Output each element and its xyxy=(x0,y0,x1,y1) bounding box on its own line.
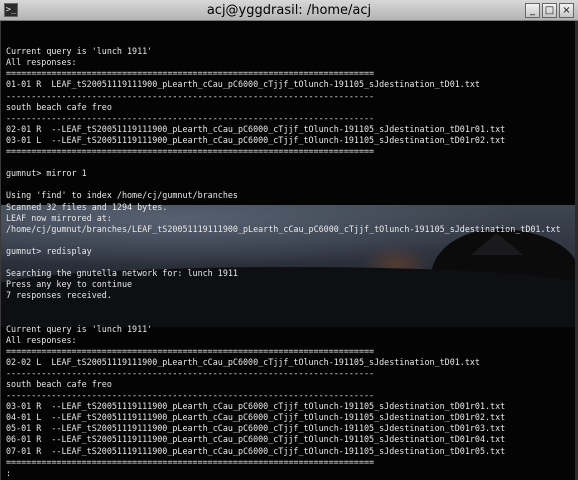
terminal-line: /home/cj/gumnut/branches/LEAF_tS20051119… xyxy=(6,223,561,234)
terminal-line: 02-02 L LEAF_tS20051119111900_pLearth_cC… xyxy=(6,356,480,367)
terminal-line: All responses: xyxy=(6,57,77,68)
minimize-button[interactable]: _ xyxy=(525,3,540,18)
terminal-line: south beach cafe freo xyxy=(6,101,112,112)
terminal-line: gumnut> mirror 1 xyxy=(6,168,87,179)
terminal-line: LEAF now mirrored at: xyxy=(6,212,112,223)
maximize-button[interactable]: □ xyxy=(542,3,557,18)
terminal-line: ========================================… xyxy=(6,345,375,356)
terminal-line: Using 'find' to index /home/cj/gumnut/br… xyxy=(6,190,238,201)
terminal-window: >_ acj@yggdrasil: /home/acj _ □ × Curren… xyxy=(0,0,578,480)
terminal-line: ========================================… xyxy=(6,456,375,467)
terminal-line: Scanned 32 files and 1294 bytes. xyxy=(6,201,168,212)
terminal-line: 07-01 R --LEAF_tS20051119111900_pLearth_… xyxy=(6,445,506,456)
terminal-line: All responses: xyxy=(6,334,77,345)
terminal-line: Current query is 'lunch 1911' xyxy=(6,46,153,57)
terminal-line: 03-01 R --LEAF_tS20051119111900_pLearth_… xyxy=(6,401,506,412)
close-button[interactable]: × xyxy=(559,3,574,18)
title-bar[interactable]: >_ acj@yggdrasil: /home/acj _ □ × xyxy=(0,0,578,21)
terminal-line: south beach cafe freo xyxy=(6,379,112,389)
terminal-line: ========================================… xyxy=(6,68,375,79)
terminal-line: ----------------------------------------… xyxy=(6,112,375,123)
terminal-line: Current query is 'lunch 1911' xyxy=(6,323,153,334)
terminal-line: 02-01 R --LEAF_tS20051119111900_pLearth_… xyxy=(6,123,506,134)
terminal-line: ----------------------------------------… xyxy=(6,90,375,101)
terminal-area[interactable]: Current query is 'lunch 1911' All respons… xyxy=(0,21,578,480)
terminal-line: Searching the gnutella network for: lunc… xyxy=(6,268,238,279)
terminal-line: ----------------------------------------… xyxy=(6,390,375,401)
terminal-line: 04-01 L --LEAF_tS20051119111900_pLearth_… xyxy=(6,412,506,423)
terminal-line: 05-01 R --LEAF_tS20051119111900_pLearth_… xyxy=(6,423,506,434)
terminal-line: 7 responses received. xyxy=(6,290,112,301)
terminal-line: Press any key to continue xyxy=(6,279,133,290)
terminal-line: ========================================… xyxy=(6,146,375,157)
window-title: acj@yggdrasil: /home/acj xyxy=(206,3,372,18)
terminal-line: gumnut> redisplay xyxy=(6,245,92,256)
terminal-line: ----------------------------------------… xyxy=(6,367,375,378)
terminal-line: 01-01 R LEAF_tS20051119111900_pLearth_cC… xyxy=(6,79,480,90)
terminal-line: : xyxy=(6,467,12,478)
terminal-line: 03-01 L --LEAF_tS20051119111900_pLearth_… xyxy=(6,134,506,145)
terminal-line: 06-01 R --LEAF_tS20051119111900_pLearth_… xyxy=(6,434,506,445)
terminal-output: Current query is 'lunch 1911' All respons… xyxy=(6,24,561,479)
